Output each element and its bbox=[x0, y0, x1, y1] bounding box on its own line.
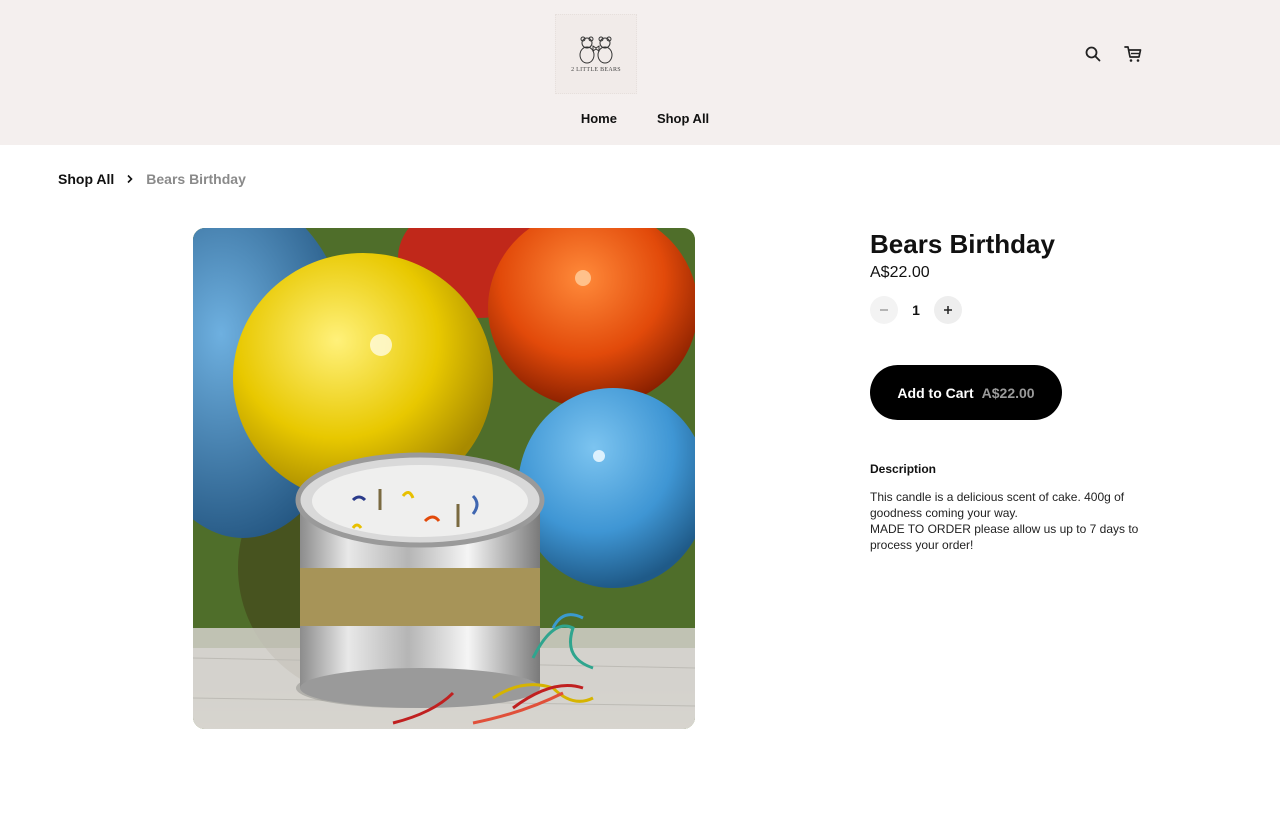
breadcrumb: Shop All Bears Birthday bbox=[58, 171, 246, 187]
add-to-cart-price: A$22.00 bbox=[981, 384, 1035, 401]
decrease-quantity-button[interactable] bbox=[870, 296, 898, 324]
logo-text: 2 LITTLE BEARS bbox=[571, 67, 621, 73]
description-heading: Description bbox=[870, 462, 937, 476]
breadcrumb-shop-all[interactable]: Shop All bbox=[58, 171, 114, 187]
cart-button[interactable] bbox=[1122, 43, 1144, 65]
brand-logo[interactable]: 2 LITTLE BEARS bbox=[555, 14, 637, 94]
chevron-right-icon bbox=[126, 174, 134, 184]
search-button[interactable] bbox=[1082, 43, 1104, 65]
main-nav: Home Shop All bbox=[0, 111, 1280, 126]
nav-shop-all[interactable]: Shop All bbox=[647, 111, 709, 126]
increase-quantity-button[interactable] bbox=[934, 296, 962, 324]
bears-logo-icon bbox=[579, 36, 613, 64]
breadcrumb-current: Bears Birthday bbox=[146, 171, 246, 187]
cart-icon bbox=[1124, 46, 1142, 62]
add-to-cart-label: Add to Cart bbox=[897, 384, 974, 401]
candle-photo-illustration bbox=[193, 228, 695, 729]
site-header: 2 LITTLE BEARS Home Shop All bbox=[0, 0, 1280, 145]
add-to-cart-button[interactable]: Add to Cart A$22.00 bbox=[870, 365, 1062, 420]
product-price: A$22.00 bbox=[870, 264, 930, 281]
product-title: Bears Birthday bbox=[870, 229, 1055, 259]
plus-icon bbox=[944, 306, 952, 314]
minus-icon bbox=[880, 309, 888, 311]
nav-home[interactable]: Home bbox=[571, 111, 617, 126]
product-image[interactable] bbox=[193, 228, 695, 729]
product-info: Bears Birthday A$22.00 1 Add to Cart A$2… bbox=[870, 228, 1150, 553]
search-icon bbox=[1085, 46, 1101, 62]
quantity-value[interactable]: 1 bbox=[898, 302, 934, 318]
quantity-stepper: 1 bbox=[870, 296, 1150, 324]
product-description: This candle is a delicious scent of cake… bbox=[870, 490, 1139, 552]
